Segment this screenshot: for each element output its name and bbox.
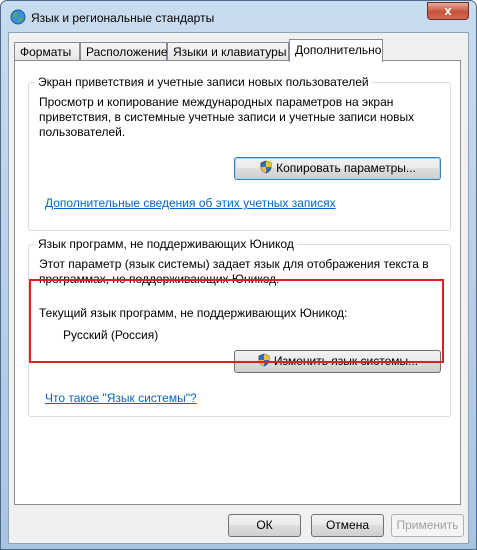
tab-location[interactable]: Расположение <box>80 42 168 61</box>
highlight-rectangle <box>29 279 444 363</box>
apply-button[interactable]: Применить <box>391 514 464 537</box>
system-locale-help-link[interactable]: Что такое "Язык системы"? <box>45 391 197 405</box>
cancel-button[interactable]: Отмена <box>311 514 384 537</box>
uac-shield-icon <box>260 160 272 174</box>
tab-languages-keyboards[interactable]: Языки и клавиатуры <box>167 42 289 61</box>
welcome-description: Просмотр и копирование международных пар… <box>39 95 415 139</box>
accounts-info-link[interactable]: Дополнительные сведения об этих учетных … <box>45 196 336 210</box>
tab-administrative[interactable]: Дополнительно <box>289 39 383 62</box>
tab-formats[interactable]: Форматы <box>14 42 80 61</box>
ok-button[interactable]: ОК <box>228 514 301 537</box>
dialog-window: Язык и региональные стандарты x Форматы … <box>0 0 477 550</box>
copy-settings-button[interactable]: Копировать параметры... <box>234 157 441 180</box>
title-bar[interactable]: Язык и региональные стандарты x <box>1 1 476 33</box>
welcome-screen-group: Экран приветствия и учетные записи новых… <box>28 75 451 231</box>
welcome-group-title: Экран приветствия и учетные записи новых… <box>35 75 372 89</box>
close-button[interactable]: x <box>427 2 469 20</box>
window-title: Язык и региональные стандарты <box>31 11 215 25</box>
non-unicode-group-title: Язык программ, не поддерживающих Юникод <box>35 237 297 251</box>
close-icon: x <box>444 3 452 18</box>
globe-icon <box>10 9 26 25</box>
